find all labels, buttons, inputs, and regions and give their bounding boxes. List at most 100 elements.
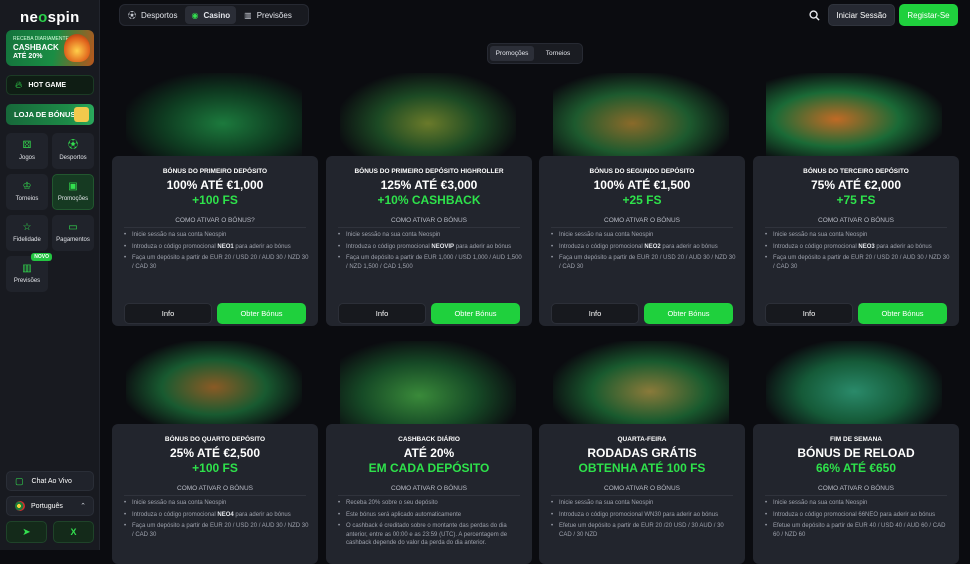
- wallet-icon: ▭: [68, 222, 78, 233]
- tab-desportos[interactable]: ⚽︎ Desportos: [122, 6, 183, 24]
- promo-card-subtitle: BÓNUS DO PRIMEIRO DEPÓSITO: [162, 168, 268, 175]
- promo-card-highlight: OBTENHA ATÉ 100 FS: [578, 461, 706, 475]
- bison-route66-illustration: [766, 341, 942, 425]
- promo-card-title: ATÉ 20%: [403, 446, 455, 460]
- snake-dice-illustration: [126, 73, 302, 157]
- sidebar-item-promocoes[interactable]: ▣ Promoções: [52, 174, 94, 210]
- sidebar-item-pagamentos[interactable]: ▭ Pagamentos: [52, 215, 94, 251]
- sidebar-item-jogos[interactable]: ⚄ Jogos: [6, 133, 48, 169]
- telegram-icon: ➤: [22, 526, 31, 538]
- register-button[interactable]: Registar-Se: [899, 4, 958, 26]
- activation-step: Inicie sessão na sua conta Neospin: [765, 231, 951, 240]
- chevron-up-icon: ⌃: [80, 503, 86, 510]
- divider: [338, 227, 520, 228]
- activation-step: Inicie sessão na sua conta Neospin: [338, 231, 524, 240]
- how-to-activate-heading: COMO ATIVAR O BÓNUS: [818, 485, 894, 492]
- search-icon: [808, 9, 820, 21]
- activation-step: Efetue um depósito a partir de EUR 20 /2…: [551, 522, 737, 539]
- football-icon: ⚽︎: [68, 140, 78, 151]
- cashback-promo-line3: ATÉ 20%: [13, 53, 43, 60]
- activation-step: Faça um depósito a partir de EUR 20 / US…: [765, 254, 951, 271]
- cashback-promo-banner[interactable]: RECEBA DIARIAMENTE CASHBACK ATÉ 20%: [6, 30, 94, 66]
- chart-icon: ▥: [244, 10, 252, 20]
- promo-card-title: 75% ATÉ €2,000: [810, 178, 902, 192]
- activation-steps: Inicie sessão na sua conta Neospin Introd…: [124, 231, 310, 274]
- promo-card: BÓNUS DO PRIMEIRO DEPÓSITO HIGHROLLER 12…: [326, 156, 532, 326]
- info-button[interactable]: Info: [765, 303, 853, 324]
- divider: [124, 227, 306, 228]
- telegram-button[interactable]: ➤: [6, 521, 47, 543]
- promo-card-subtitle: BÓNUS DO TERCEIRO DEPÓSITO: [803, 168, 909, 175]
- activation-step: Inicie sessão na sua conta Neospin: [551, 231, 737, 240]
- promo-card-title: 100% ATÉ €1,000: [166, 178, 264, 192]
- owl-money-illustration: [553, 73, 729, 157]
- tab-label: Casino: [203, 10, 231, 20]
- how-to-activate-heading: COMO ATIVAR O BÓNUS: [604, 485, 680, 492]
- login-button[interactable]: Iniciar Sessão: [828, 4, 895, 26]
- how-to-activate-heading: COMO ATIVAR O BÓNUS?: [175, 217, 255, 224]
- x-icon: X: [70, 527, 77, 537]
- promo-card-subtitle: BÓNUS DO SEGUNDO DEPÓSITO: [589, 168, 695, 175]
- divider: [124, 495, 306, 496]
- promo-subtabs: Promoções Torneios: [487, 43, 583, 64]
- tab-label: Previsões: [256, 10, 292, 20]
- subtab-promocoes[interactable]: Promoções: [490, 46, 534, 61]
- promo-card-title: 25% ATÉ €2,500: [169, 446, 261, 460]
- info-button[interactable]: Info: [551, 303, 639, 324]
- promo-card-highlight: +100 FS: [192, 193, 238, 207]
- chat-bubble-icon: ▢: [15, 475, 24, 486]
- sidebar-item-label: Fidelidade: [13, 237, 41, 243]
- how-to-activate-heading: COMO ATIVAR O BÓNUS: [391, 485, 467, 492]
- promo-card-subtitle: CASHBACK DIÁRIO: [398, 436, 460, 443]
- top-bar: ⚽︎ Desportos ◉ Casino ▥ Previsões Inicia…: [101, 0, 970, 30]
- hot-game-label: HOT GAME: [28, 81, 67, 89]
- activation-step: Faça um depósito a partir de EUR 20 / US…: [124, 522, 310, 539]
- promo-card: CASHBACK DIÁRIO ATÉ 20% EM CADA DEPÓSITO…: [326, 424, 532, 564]
- dice-icon: ⚄: [22, 140, 32, 151]
- info-button[interactable]: Info: [124, 303, 212, 324]
- activation-step: Introduza o código promocional NEO4 para…: [124, 511, 310, 520]
- divider: [765, 227, 947, 228]
- new-badge: NOVO: [31, 253, 52, 261]
- activation-step: Introduza o código promocional NEOVIP pa…: [338, 243, 524, 252]
- sidebar-item-fidelidade[interactable]: ☆ Fidelidade: [6, 215, 48, 251]
- language-selector[interactable]: Português ⌃: [6, 496, 94, 516]
- bonus-shop-button[interactable]: LOJA DE BÓNUS: [6, 104, 94, 125]
- get-bonus-button[interactable]: Obter Bónus: [431, 303, 520, 324]
- get-bonus-button[interactable]: Obter Bónus: [217, 303, 306, 324]
- gift-box-icon: [74, 107, 89, 122]
- activation-step: Faça um depósito a partir de EUR 20 / US…: [124, 254, 310, 271]
- promo-card-highlight: +75 FS: [836, 193, 876, 207]
- get-bonus-button[interactable]: Obter Bónus: [858, 303, 947, 324]
- fire-character-illustration: [64, 34, 90, 62]
- promo-card: FIM DE SEMANA BÓNUS DE RELOAD 66% ATÉ €6…: [753, 424, 959, 564]
- promo-card-highlight: EM CADA DEPÓSITO: [368, 461, 490, 475]
- promo-code: NEO3: [858, 243, 875, 250]
- live-chat-button[interactable]: ▢ Chat Ao Vivo: [6, 471, 94, 491]
- neospin-logo[interactable]: neospin: [20, 9, 80, 26]
- star-icon: ☆: [22, 222, 32, 233]
- activation-step: O cashback é creditado sobre o montante …: [338, 522, 524, 548]
- activation-step: Inicie sessão na sua conta Neospin: [124, 231, 310, 240]
- hot-game-button[interactable]: 🔥︎ HOT GAME: [6, 75, 94, 95]
- tab-casino[interactable]: ◉ Casino: [185, 6, 237, 24]
- sidebar-item-torneios[interactable]: ♔ Torneios: [6, 174, 48, 210]
- x-button[interactable]: X: [53, 521, 94, 543]
- sidebar-item-label: Jogos: [18, 155, 35, 161]
- promo-card-subtitle: BÓNUS DO QUARTO DEPÓSITO: [164, 436, 266, 443]
- info-button[interactable]: Info: [338, 303, 426, 324]
- get-bonus-button[interactable]: Obter Bónus: [644, 303, 733, 324]
- divider: [765, 495, 947, 496]
- top-nav-tabs: ⚽︎ Desportos ◉ Casino ▥ Previsões: [119, 4, 309, 26]
- promo-card: BÓNUS DO QUARTO DEPÓSITO 25% ATÉ €2,500 …: [112, 424, 318, 564]
- promo-card-title: 100% ATÉ €1,500: [593, 178, 691, 192]
- chart-icon: ▥: [22, 263, 32, 274]
- activation-step: Inicie sessão na sua conta Neospin: [551, 499, 737, 508]
- tab-previsoes[interactable]: ▥ Previsões: [238, 6, 298, 24]
- subtab-torneios[interactable]: Torneios: [536, 46, 580, 61]
- sidebar-item-label: Desportos: [59, 155, 87, 161]
- sidebar-item-previsoes[interactable]: ▥ Previsões NOVO: [6, 253, 52, 292]
- search-button[interactable]: [804, 4, 824, 26]
- promo-card-highlight: 66% ATÉ €650: [815, 461, 897, 475]
- sidebar-item-desportos[interactable]: ⚽︎ Desportos: [52, 133, 94, 169]
